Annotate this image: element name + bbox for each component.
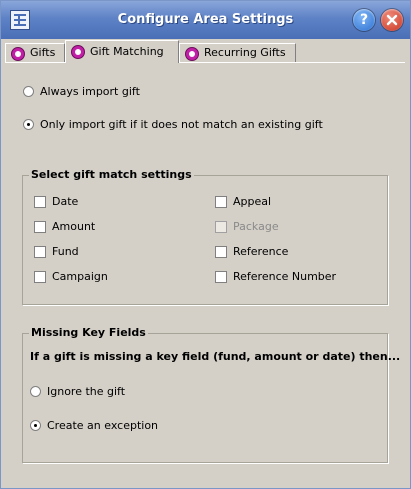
table-icon [10,10,30,30]
checkbox[interactable] [34,246,46,258]
checkbox[interactable] [215,271,227,283]
match-settings-group: Select gift match settings Date Amount F… [22,168,388,305]
checkbox-label: Fund [52,245,79,258]
checkbox[interactable] [34,271,46,283]
missing-key-fields-description: If a gift is missing a key field (fund, … [30,350,401,363]
group-legend: Select gift match settings [29,168,194,182]
tab-gift-matching[interactable]: Gift Matching [65,40,179,63]
radio-button[interactable] [23,86,34,97]
tab-label: Gift Matching [90,45,164,58]
checkbox-label: Reference Number [233,270,337,283]
checkbox[interactable] [34,221,46,233]
checkbox-label: Amount [52,220,96,233]
tab-recurring-gifts[interactable]: Recurring Gifts [179,43,296,62]
option-label: Create an exception [47,419,159,432]
help-icon: ? [359,12,369,28]
option-label: Only import gift if it does not match an… [40,118,323,131]
checkbox-label: Date [52,195,79,208]
tab-label: Gifts [30,46,56,59]
checkbox-label: Package [233,220,279,233]
option-label: Ignore the gift [47,385,126,398]
option-label: Always import gift [40,85,140,98]
radio-button[interactable] [23,119,34,130]
close-icon [386,14,398,26]
gift-matching-panel: Always import gift Only import gift if i… [5,62,405,483]
checkbox[interactable] [34,196,46,208]
group-legend: Missing Key Fields [29,326,148,340]
checkbox[interactable] [215,196,227,208]
gift-icon [185,47,199,61]
configure-area-settings-window: Configure Area Settings ? Gifts Gift Mat… [0,0,411,489]
tab-gifts[interactable]: Gifts [5,43,65,62]
radio-button[interactable] [30,420,41,431]
gift-icon [71,45,85,59]
checkbox [215,221,227,233]
missing-key-fields-group: Missing Key Fields If a gift is missing … [22,326,400,463]
title-bar[interactable]: Configure Area Settings ? [1,1,410,39]
checkbox-label: Campaign [52,270,108,283]
close-button[interactable] [381,9,403,31]
gift-icon [11,47,25,61]
radio-button[interactable] [30,386,41,397]
checkbox[interactable] [215,246,227,258]
help-button[interactable]: ? [353,9,375,31]
checkbox-label: Appeal [233,195,272,208]
tab-label: Recurring Gifts [204,46,286,59]
window-title: Configure Area Settings [117,12,294,27]
checkbox-label: Reference [233,245,289,258]
